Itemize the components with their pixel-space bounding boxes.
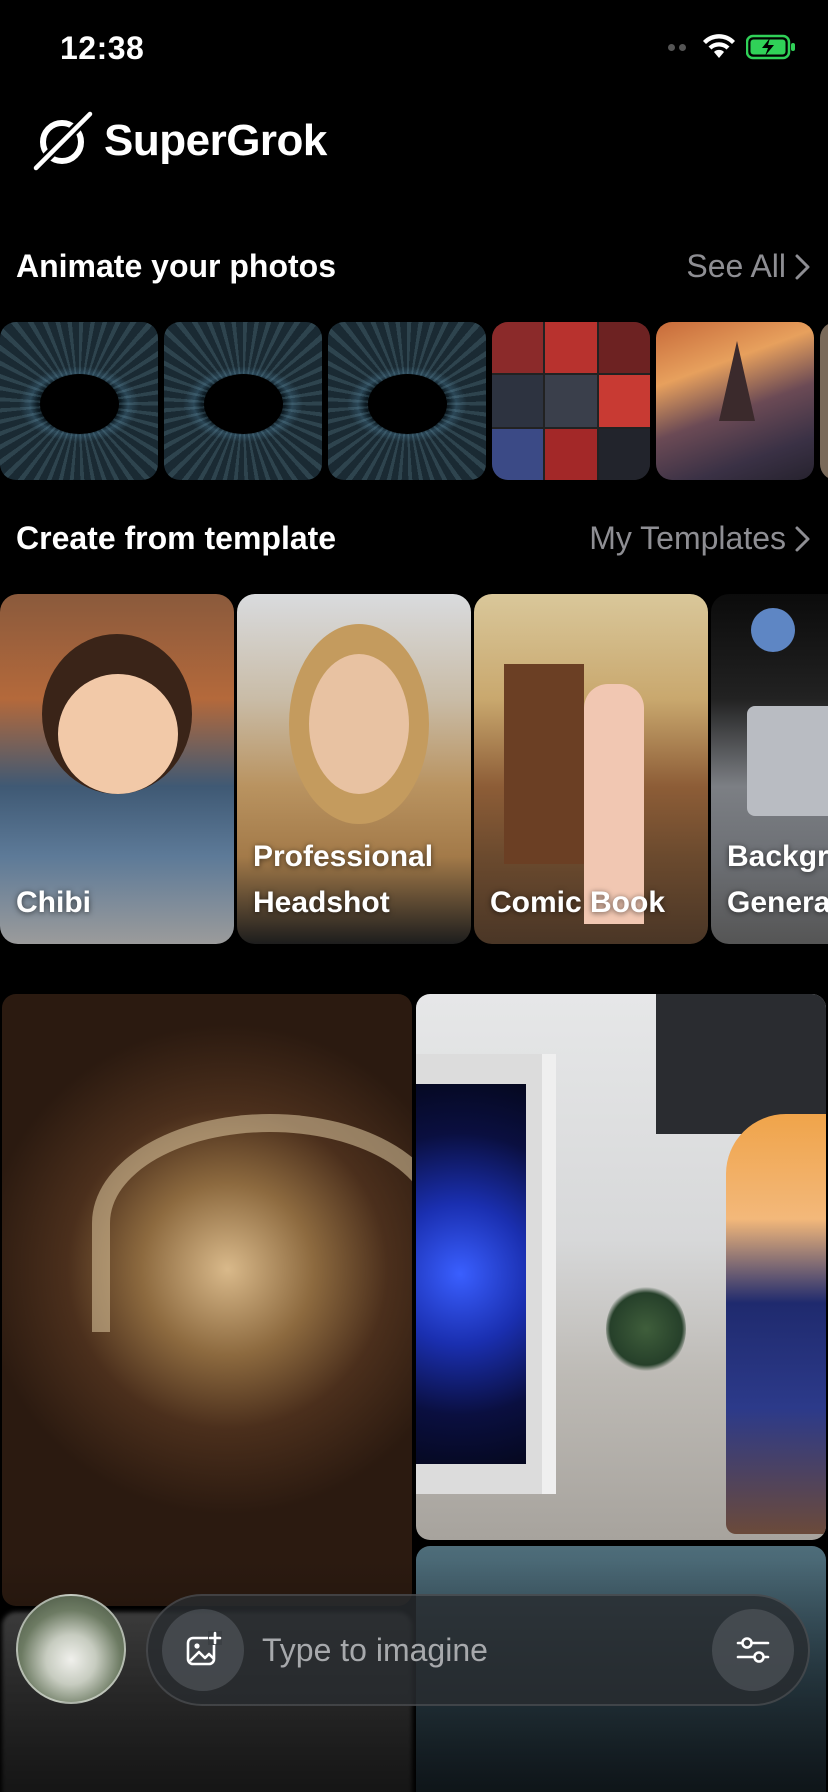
my-templates-button[interactable]: My Templates — [589, 520, 812, 557]
animate-section-header: Animate your photos See All — [16, 248, 812, 285]
see-all-label: See All — [686, 248, 786, 284]
settings-button[interactable] — [712, 1609, 794, 1691]
brand-header: SuperGrok — [32, 110, 327, 172]
templates-carousel[interactable]: Chibi Professional Headshot Comic Book B… — [0, 594, 828, 944]
reference-image-avatar[interactable] — [16, 1594, 126, 1704]
chevron-right-icon — [795, 254, 810, 279]
animate-section-title: Animate your photos — [16, 248, 337, 284]
animate-thumbnail[interactable] — [492, 322, 650, 480]
template-card-background-generator[interactable]: Backgr Genera — [711, 594, 828, 944]
animate-photos-carousel[interactable] — [0, 322, 828, 480]
feed-image[interactable] — [2, 994, 412, 1606]
add-image-icon — [186, 1631, 222, 1666]
sliders-icon — [736, 1637, 770, 1663]
status-bar: 12:38 — [0, 0, 828, 100]
template-label: Professional Headshot — [253, 840, 434, 919]
status-time: 12:38 — [60, 30, 145, 66]
template-card-professional-headshot[interactable]: Professional Headshot — [237, 594, 471, 944]
prompt-input[interactable] — [244, 1610, 712, 1690]
status-icons — [668, 34, 796, 60]
animate-thumbnail[interactable] — [820, 322, 828, 480]
animate-thumbnail[interactable] — [328, 322, 486, 480]
templates-section-title: Create from template — [16, 520, 337, 556]
wifi-icon — [703, 34, 735, 58]
see-all-button[interactable]: See All — [686, 248, 812, 285]
add-image-button[interactable] — [162, 1609, 244, 1691]
template-card-comic-book[interactable]: Comic Book — [474, 594, 708, 944]
cellular-signal-icon — [668, 43, 686, 51]
grok-logo-icon — [32, 110, 94, 172]
animate-thumbnail[interactable] — [0, 322, 158, 480]
animate-thumbnail[interactable] — [656, 322, 814, 480]
templates-section-header: Create from template My Templates — [16, 520, 812, 557]
chevron-right-icon — [795, 526, 810, 551]
animate-thumbnail[interactable] — [164, 322, 322, 480]
screen: 12:38 SuperGrok Animate your photos See … — [0, 0, 828, 1792]
brand-name: SuperGrok — [104, 116, 327, 165]
my-templates-label: My Templates — [589, 520, 786, 556]
template-label: Chibi — [16, 886, 91, 919]
battery-charging-icon — [746, 34, 795, 60]
template-label: Comic Book — [490, 886, 666, 919]
template-card-chibi[interactable]: Chibi — [0, 594, 234, 944]
template-label: Backgr Genera — [727, 840, 828, 919]
feed-image[interactable] — [416, 994, 826, 1540]
prompt-composer — [146, 1594, 810, 1706]
